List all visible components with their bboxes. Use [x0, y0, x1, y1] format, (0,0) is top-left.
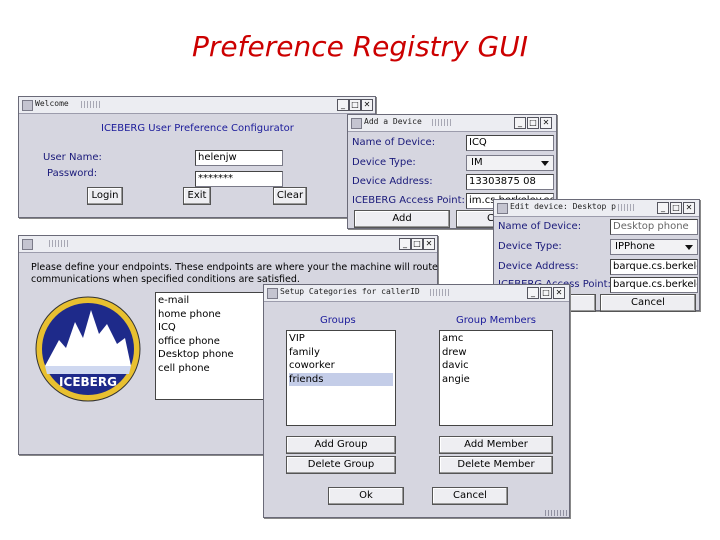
access-point-label: ICEBERG Access Point:	[352, 195, 465, 206]
window-menu-icon[interactable]	[267, 288, 278, 299]
list-item[interactable]: family	[289, 346, 393, 360]
configurator-header: ICEBERG User Preference Configurator	[101, 123, 294, 134]
user-name-label: User Name:	[43, 152, 102, 163]
list-item[interactable]: drew	[442, 346, 550, 360]
device-type-value: IPPhone	[615, 241, 655, 252]
window-title: Welcome	[35, 99, 69, 108]
list-item[interactable]: davic	[442, 359, 550, 373]
close-button[interactable]: ✕	[423, 238, 435, 250]
device-type-label: Device Type:	[352, 157, 416, 168]
slide-title: Preference Registry GUI	[192, 30, 528, 63]
titlebar-grip	[432, 119, 452, 126]
endpoint-instructions-2: communications when specified conditions…	[31, 274, 300, 285]
password-input[interactable]: *******	[195, 171, 283, 187]
delete-member-button[interactable]: Delete Member	[439, 456, 553, 474]
add-button[interactable]: Add	[354, 210, 450, 228]
device-type-label: Device Type:	[498, 241, 562, 252]
device-type-select[interactable]: IM	[466, 155, 554, 171]
maximize-button[interactable]: □	[349, 99, 361, 111]
window-title: Edit device: Desktop p	[510, 202, 616, 211]
device-address-label: Device Address:	[498, 261, 579, 272]
device-address-input[interactable]: 13303875 08	[466, 174, 554, 190]
endpoint-instructions: Please define your endpoints. These endp…	[31, 262, 438, 273]
window-title: Setup Categories for callerID	[280, 287, 420, 296]
minimize-button[interactable]: _	[514, 117, 526, 129]
endpoints-titlebar[interactable]: _ □ ✕	[19, 236, 437, 253]
endpoint-list[interactable]: e-mail home phone ICQ office phone Deskt…	[155, 292, 265, 400]
window-title: Add a Device	[364, 117, 422, 126]
password-label: Password:	[47, 168, 98, 179]
list-item[interactable]: amc	[442, 332, 550, 346]
group-members-list[interactable]: amc drew davic angie	[439, 330, 553, 426]
maximize-button[interactable]: □	[411, 238, 423, 250]
groups-list[interactable]: VIP family coworker friends	[286, 330, 396, 426]
resize-grip[interactable]	[545, 510, 567, 516]
setup-categories-window: Setup Categories for callerID _ □ ✕ Grou…	[263, 284, 570, 518]
login-button[interactable]: Login	[87, 187, 123, 205]
add-group-button[interactable]: Add Group	[286, 436, 396, 454]
welcome-window: Welcome _ □ ✕ ICEBERG User Preference Co…	[18, 96, 376, 218]
cancel-button[interactable]: Cancel	[600, 294, 696, 312]
window-menu-icon[interactable]	[22, 100, 33, 111]
list-item[interactable]: home phone	[158, 308, 262, 322]
window-menu-icon[interactable]	[22, 239, 33, 250]
window-menu-icon[interactable]	[351, 118, 362, 129]
cancel-button[interactable]: C	[456, 210, 496, 228]
close-button[interactable]: ✕	[683, 202, 695, 214]
device-name-input[interactable]: ICQ	[466, 135, 554, 151]
list-item[interactable]: cell phone	[158, 362, 262, 376]
device-name-input[interactable]: Desktop phone	[610, 219, 698, 235]
list-item[interactable]: Desktop phone	[158, 348, 262, 362]
ok-button[interactable]: Ok	[328, 487, 404, 505]
close-button[interactable]: ✕	[540, 117, 552, 129]
maximize-button[interactable]: □	[540, 287, 552, 299]
access-point-input[interactable]: barque.cs.berkele	[610, 277, 698, 293]
device-type-select[interactable]: IPPhone	[610, 239, 698, 255]
add-member-button[interactable]: Add Member	[439, 436, 553, 454]
list-item-selected[interactable]: friends	[289, 372, 393, 386]
list-item[interactable]: VIP	[289, 332, 393, 346]
titlebar-grip	[430, 289, 450, 296]
device-address-label: Device Address:	[352, 176, 433, 187]
group-members-header: Group Members	[456, 315, 536, 326]
logo-text: ICEBERG	[59, 375, 117, 389]
minimize-button[interactable]: _	[657, 202, 669, 214]
maximize-button[interactable]: □	[670, 202, 682, 214]
list-item[interactable]: office phone	[158, 335, 262, 349]
edit-device-titlebar[interactable]: Edit device: Desktop p _ □ ✕	[494, 200, 699, 217]
maximize-button[interactable]: □	[527, 117, 539, 129]
iceberg-logo: ICEBERG	[35, 296, 141, 402]
list-item[interactable]: angie	[442, 373, 550, 387]
window-menu-icon[interactable]	[497, 203, 508, 214]
categories-titlebar[interactable]: Setup Categories for callerID _ □ ✕	[264, 285, 569, 302]
welcome-titlebar[interactable]: Welcome _ □ ✕	[19, 97, 375, 114]
clear-button[interactable]: Clear	[273, 187, 307, 205]
device-type-value: IM	[471, 157, 483, 168]
close-button[interactable]: ✕	[361, 99, 373, 111]
cancel-button[interactable]: Cancel	[432, 487, 508, 505]
list-item[interactable]: coworker	[289, 359, 393, 373]
list-item[interactable]: ICQ	[158, 321, 262, 335]
minimize-button[interactable]: _	[337, 99, 349, 111]
minimize-button[interactable]: _	[527, 287, 539, 299]
delete-group-button[interactable]: Delete Group	[286, 456, 396, 474]
add-device-titlebar[interactable]: Add a Device _ □ ✕	[348, 115, 556, 132]
device-name-label: Name of Device:	[498, 221, 582, 232]
dropdown-arrow-icon[interactable]	[685, 245, 693, 250]
user-name-input[interactable]: helenjw	[195, 150, 283, 166]
titlebar-grip	[81, 101, 101, 108]
device-address-input[interactable]: barque.cs.berkele	[610, 259, 698, 275]
device-name-label: Name of Device:	[352, 137, 436, 148]
minimize-button[interactable]: _	[399, 238, 411, 250]
list-item[interactable]: e-mail	[158, 294, 262, 308]
close-button[interactable]: ✕	[553, 287, 565, 299]
titlebar-grip	[618, 204, 634, 211]
dropdown-arrow-icon[interactable]	[541, 161, 549, 166]
exit-button[interactable]: Exit	[183, 187, 211, 205]
titlebar-grip	[49, 240, 69, 247]
groups-header: Groups	[320, 315, 356, 326]
